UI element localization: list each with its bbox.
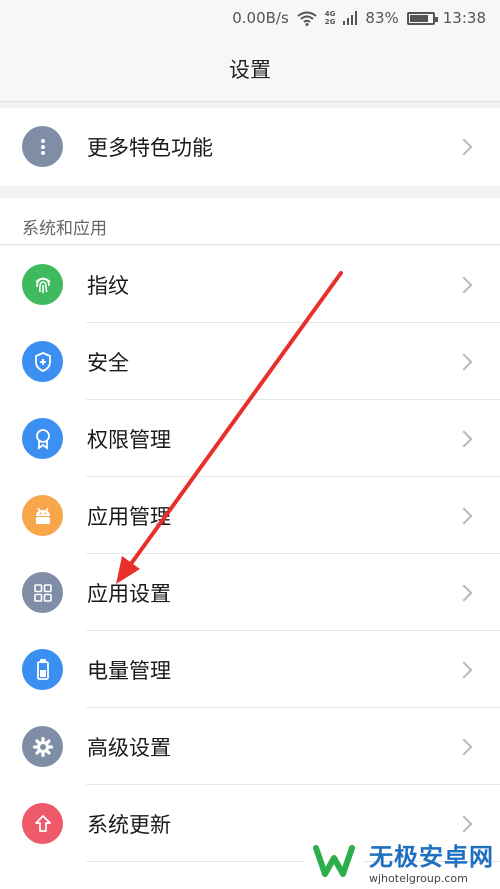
chevron-right-icon [455, 738, 473, 755]
chevron-right-icon [455, 507, 473, 524]
page-title: 设置 [229, 57, 271, 82]
watermark-logo-icon [305, 838, 363, 884]
settings-item-permissions[interactable]: 权限管理 [0, 400, 500, 477]
clock: 13:38 [442, 9, 486, 27]
shield-icon [22, 341, 63, 382]
settings-item-fingerprint[interactable]: 指纹 [0, 246, 500, 323]
chevron-right-icon [455, 138, 473, 155]
settings-item-label: 指纹 [87, 273, 129, 298]
watermark-name: 无极安卓网 [369, 843, 494, 871]
settings-item-security[interactable]: 安全 [0, 323, 500, 400]
top-card: 更多特色功能 [0, 108, 500, 186]
section-title: 系统和应用 [22, 219, 107, 239]
settings-item-label: 应用设置 [87, 581, 171, 606]
battery-percent: 83% [365, 9, 399, 27]
chevron-right-icon [455, 430, 473, 447]
settings-item-advanced[interactable]: 高级设置 [0, 708, 500, 785]
chevron-right-icon [455, 815, 473, 832]
wifi-icon [297, 11, 317, 26]
settings-item-label: 高级设置 [87, 735, 171, 760]
system-apps-list: 指纹 安全 权限管理 应用管理 应用设置 电量管理 高级设置 系统更新 [0, 246, 500, 889]
status-bar: 0.00B/s 4G 2G 83% 13:38 [0, 0, 500, 36]
chevron-right-icon [455, 584, 473, 601]
title-bar: 设置 [0, 36, 500, 102]
android-robot-icon [22, 495, 63, 536]
grid-apps-icon [22, 572, 63, 613]
more-dots-icon [22, 126, 63, 167]
battery-status-icon [406, 11, 438, 25]
settings-item-label: 应用管理 [87, 504, 171, 529]
settings-item-app-management[interactable]: 应用管理 [0, 477, 500, 554]
chevron-right-icon [455, 276, 473, 293]
battery-icon [22, 649, 63, 690]
permission-badge-icon [22, 418, 63, 459]
settings-item-label: 更多特色功能 [87, 135, 213, 160]
settings-item-more-features[interactable]: 更多特色功能 [0, 108, 500, 185]
gear-icon [22, 726, 63, 767]
network-type: 4G 2G [324, 10, 336, 26]
settings-item-label: 权限管理 [87, 427, 171, 452]
chevron-right-icon [455, 353, 473, 370]
settings-item-label: 安全 [87, 350, 129, 375]
fingerprint-icon [22, 264, 63, 305]
upload-arrow-icon [22, 803, 63, 844]
section-header: 系统和应用 [0, 198, 500, 245]
settings-item-label: 电量管理 [87, 658, 171, 683]
watermark: 无极安卓网 wjhotelgroup.com [305, 837, 494, 885]
settings-item-app-settings[interactable]: 应用设置 [0, 554, 500, 631]
watermark-url: wjhotelgroup.com [369, 872, 468, 885]
signal-icon [343, 11, 358, 25]
settings-item-battery[interactable]: 电量管理 [0, 631, 500, 708]
network-speed: 0.00B/s [232, 9, 289, 27]
settings-item-label: 系统更新 [87, 812, 171, 837]
chevron-right-icon [455, 661, 473, 678]
